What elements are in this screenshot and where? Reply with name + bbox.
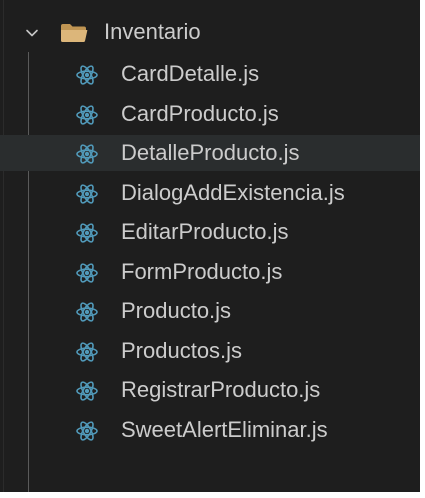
file-row-card-producto[interactable]: CardProducto.js	[0, 96, 420, 132]
chevron-down-icon[interactable]	[24, 25, 40, 41]
file-label: FormProducto.js	[121, 258, 283, 284]
file-row-card-detalle[interactable]: CardDetalle.js	[0, 56, 420, 92]
file-label: CardProducto.js	[121, 100, 279, 126]
file-row-producto[interactable]: Producto.js	[0, 293, 420, 329]
file-label: DetalleProducto.js	[121, 140, 300, 165]
react-icon	[76, 381, 98, 401]
react-icon	[76, 262, 98, 283]
folder-row-inventario[interactable]: Inventario	[0, 14, 420, 50]
react-icon	[76, 65, 98, 85]
file-label: Productos.js	[121, 337, 243, 363]
react-icon	[76, 420, 98, 441]
folder-open-icon	[61, 24, 88, 42]
file-row-detalle-producto[interactable]: DetalleProducto.js	[0, 135, 420, 171]
react-icon	[76, 302, 98, 322]
react-icon	[76, 144, 98, 164]
file-row-dialog-add-existencia[interactable]: DialogAddExistencia.js	[0, 175, 420, 211]
file-label: DialogAddExistencia.js	[121, 179, 345, 205]
folder-label: Inventario	[104, 19, 201, 44]
react-icon	[76, 223, 98, 243]
file-label: SweetAlertEliminar.js	[121, 416, 328, 442]
react-icon	[76, 104, 98, 125]
file-row-form-producto[interactable]: FormProducto.js	[0, 254, 420, 290]
file-row-productos[interactable]: Productos.js	[0, 333, 420, 369]
file-label: Producto.js	[121, 298, 232, 323]
file-label: EditarProducto.js	[121, 219, 289, 244]
react-icon	[76, 341, 98, 362]
file-explorer: Inventario CardDetalle.js CardProducto.j…	[0, 0, 423, 495]
react-icon	[76, 183, 98, 204]
file-label: RegistrarProducto.js	[121, 377, 321, 402]
file-row-editar-producto[interactable]: EditarProducto.js	[0, 214, 420, 250]
file-row-sweet-alert-eliminar[interactable]: SweetAlertEliminar.js	[0, 412, 420, 448]
file-row-registrar-producto[interactable]: RegistrarProducto.js	[0, 372, 420, 408]
file-label: CardDetalle.js	[121, 61, 260, 86]
